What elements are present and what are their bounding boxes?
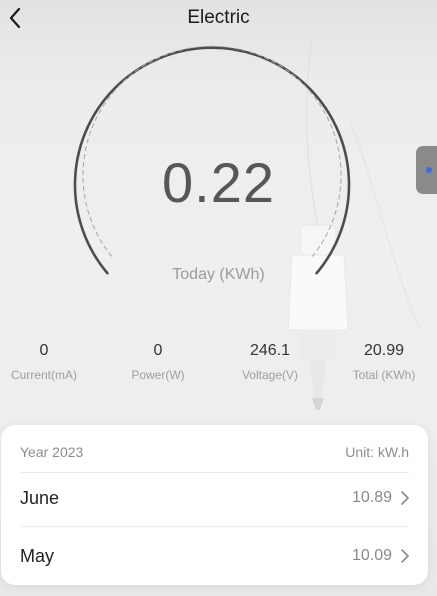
- stat-total-value: 20.99: [363, 342, 405, 359]
- stat-voltage: 246.1 Voltage(V): [230, 342, 310, 382]
- chevron-right-icon: [401, 549, 409, 563]
- row-divider: [20, 526, 409, 527]
- stat-current: 0 Current(mA): [4, 342, 84, 382]
- page-title: Electric: [187, 7, 250, 28]
- stat-voltage-value: 246.1: [249, 342, 291, 359]
- monthly-history-card: Year 2023 Unit: kW.h June 10.89 May 10.0…: [1, 425, 428, 585]
- month-label: June: [20, 488, 60, 508]
- stat-voltage-label: Voltage(V): [241, 368, 299, 382]
- history-unit: Unit: kW.h: [345, 444, 409, 460]
- stat-power: 0 Power(W): [118, 342, 198, 382]
- stat-total-label: Total (KWh): [352, 368, 416, 382]
- blue-dot-icon: [426, 167, 432, 173]
- stat-current-label: Current(mA): [10, 368, 77, 382]
- stat-total: 20.99 Total (KWh): [344, 342, 424, 382]
- month-value: 10.89: [351, 489, 392, 506]
- month-label: May: [20, 546, 55, 566]
- stat-power-label: Power(W): [131, 368, 185, 382]
- history-year: Year 2023: [20, 444, 84, 460]
- today-energy-value: 0.22: [162, 151, 275, 214]
- stats-row: 0 Current(mA) 0 Power(W) 246.1 Voltage(V…: [0, 342, 437, 392]
- stat-current-value: 0: [39, 342, 49, 359]
- stat-power-value: 0: [153, 342, 163, 359]
- history-header: Year 2023 Unit: kW.h: [20, 444, 409, 473]
- chevron-right-icon: [401, 491, 409, 505]
- header-bar: Electric: [0, 0, 437, 40]
- month-value: 10.09: [351, 547, 392, 564]
- list-item-june[interactable]: June 10.89: [1, 470, 428, 528]
- list-item-may[interactable]: May 10.09: [1, 528, 428, 586]
- side-panel-tab[interactable]: [416, 146, 437, 194]
- today-energy-label: Today (KWh): [172, 266, 265, 283]
